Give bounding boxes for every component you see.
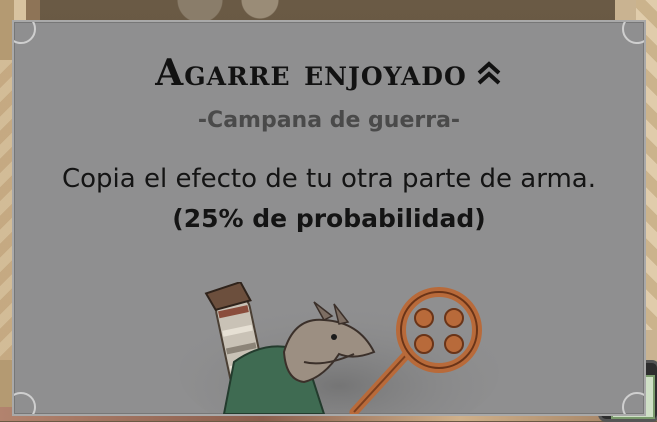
corner-ornament	[14, 392, 36, 414]
double-chevron-up-icon	[477, 61, 501, 85]
item-tooltip-card: Agarre enjoyado -Campana de guerra- Copi…	[12, 20, 646, 416]
corner-ornament	[622, 22, 644, 44]
tooltip-subtitle: -Campana de guerra-	[197, 108, 461, 133]
weapon-part-artwork	[179, 282, 499, 414]
corner-ornament	[14, 22, 36, 44]
tooltip-chance: (25% de probabilidad)	[172, 204, 486, 233]
tooltip-title-row: Agarre enjoyado	[14, 52, 644, 94]
tooltip-description: Copia el efecto de tu otra parte de arma…	[61, 164, 596, 194]
tooltip-title: Agarre enjoyado	[155, 52, 467, 94]
corner-ornament	[622, 392, 644, 414]
